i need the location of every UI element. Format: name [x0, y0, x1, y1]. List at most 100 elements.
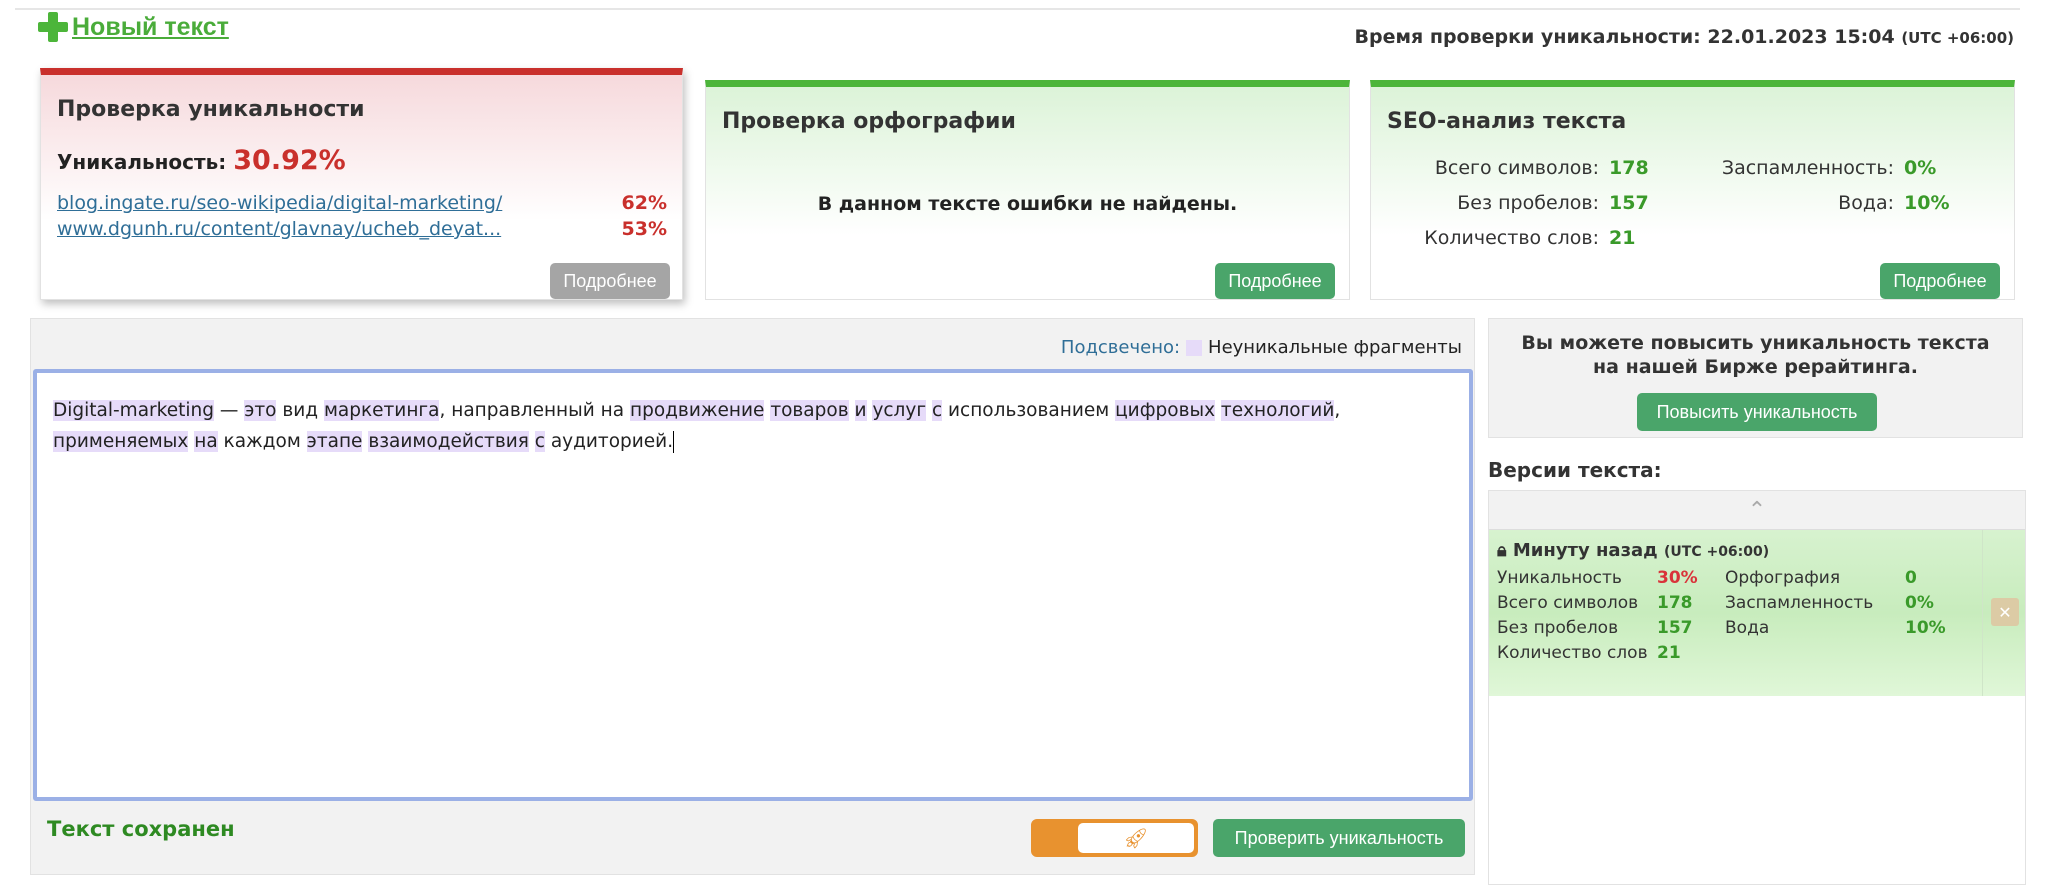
- seo-water: Вода: 10%: [1699, 192, 1959, 214]
- close-icon: ✕: [1998, 602, 2012, 622]
- text-fragment: вид: [276, 400, 324, 421]
- source-percent: 53%: [621, 218, 667, 240]
- chevron-up-icon: ⌃: [1747, 497, 1767, 523]
- version-header: 🔒︎ Минуту назад (UTC +06:00): [1497, 540, 1769, 561]
- nonunique-fragment: услуг: [872, 400, 927, 421]
- delete-version-button[interactable]: ✕: [1991, 598, 2019, 626]
- legend-text: Неуникальные фрагменты: [1208, 337, 1462, 358]
- version-tz: (UTC +06:00): [1664, 544, 1770, 560]
- text-editor[interactable]: Digital-marketing — это вид маркетинга, …: [33, 369, 1473, 801]
- stat-value: 10%: [1905, 618, 1946, 638]
- seo-spam-value: 0%: [1904, 157, 1937, 179]
- nonunique-fragment: продвижение: [629, 400, 765, 421]
- stat-value: 0: [1905, 568, 1917, 588]
- legend-label: Подсвечено:: [1060, 337, 1181, 358]
- version-time: Минуту назад: [1512, 540, 1658, 561]
- stat-value: 21: [1657, 643, 1681, 663]
- seo-spam-label: Заспамленность:: [1721, 157, 1894, 179]
- check-time: Время проверки уникальности: 22.01.2023 …: [1355, 26, 2015, 48]
- seo-nospace: Без пробелов: 157: [1399, 192, 1659, 214]
- nonunique-fragment: применяемых: [53, 431, 189, 452]
- seo-more-button[interactable]: Подробнее: [1880, 263, 2000, 299]
- seo-title: SEO-анализ текста: [1387, 109, 1627, 134]
- stat-label: Уникальность: [1497, 568, 1622, 588]
- nonunique-fragment: этапе: [306, 431, 363, 452]
- stat-label: Количество слов: [1497, 643, 1648, 663]
- fast-check-toggle[interactable]: 🚀︎: [1031, 819, 1198, 857]
- nonunique-fragment: маркетинга: [323, 400, 440, 421]
- uniqueness-value: 30.92%: [233, 145, 346, 176]
- highlight-legend: Подсвечено: Неуникальные фрагменты: [1061, 337, 1462, 358]
- seo-total-value: 178: [1609, 157, 1649, 179]
- new-text-label: Новый текст: [72, 12, 229, 41]
- uniqueness-score: Уникальность: 30.92%: [57, 145, 346, 176]
- source-row: blog.ingate.ru/seo-wikipedia/digital-mar…: [57, 192, 667, 214]
- boost-uniqueness-button[interactable]: Повысить уникальность: [1637, 393, 1877, 431]
- new-text-link[interactable]: Новый текст: [38, 12, 229, 42]
- seo-words-value: 21: [1609, 227, 1636, 249]
- text-fragment: , направленный на: [439, 400, 630, 421]
- nonunique-fragment: с: [534, 431, 545, 452]
- check-time-tz: (UTC +06:00): [1901, 29, 2014, 47]
- stat-value: 30%: [1657, 568, 1698, 588]
- spelling-more-button[interactable]: Подробнее: [1215, 263, 1335, 299]
- text-fragment: ,: [1334, 400, 1341, 421]
- source-row: www.dgunh.ru/content/glavnay/ucheb_deyat…: [57, 218, 667, 240]
- highlight-swatch: [1186, 339, 1203, 356]
- source-percent: 62%: [621, 192, 667, 214]
- seo-words: Количество слов: 21: [1399, 227, 1659, 249]
- source-link[interactable]: blog.ingate.ru/seo-wikipedia/digital-mar…: [57, 192, 502, 214]
- text-fragment: аудиторией.: [544, 431, 674, 452]
- check-uniqueness-button[interactable]: Проверить уникальность: [1213, 819, 1465, 857]
- text-fragment: [529, 431, 535, 452]
- seo-spam: Заспамленность: 0%: [1699, 157, 1959, 179]
- top-divider: [15, 8, 2020, 10]
- seo-water-label: Вода:: [1838, 192, 1894, 214]
- promo-text: Вы можете повысить уникальность текста н…: [1521, 332, 1990, 378]
- uniqueness-title: Проверка уникальности: [57, 97, 365, 122]
- promo-box: Вы можете повысить уникальность текста н…: [1488, 318, 2023, 438]
- stat-label: Всего символов: [1497, 593, 1639, 613]
- stat-value: 0%: [1905, 593, 1934, 613]
- version-item[interactable]: 🔒︎ Минуту назад (UTC +06:00) Уникальност…: [1489, 529, 2025, 696]
- plus-icon: [38, 12, 68, 42]
- seo-total: Всего символов: 178: [1399, 157, 1659, 179]
- nonunique-fragment: Digital-marketing: [53, 400, 214, 421]
- stat-label: Без пробелов: [1497, 618, 1619, 638]
- spelling-card: Проверка орфографии В данном тексте ошиб…: [705, 80, 1350, 300]
- text-fragment: каждом: [217, 431, 307, 452]
- check-time-value: 22.01.2023 15:04: [1707, 26, 1895, 48]
- seo-words-label: Количество слов:: [1424, 227, 1599, 249]
- text-fragment: использованием: [942, 400, 1116, 421]
- versions-list: ⌃ 🔒︎ Минуту назад (UTC +06:00) Уникально…: [1488, 490, 2026, 885]
- seo-nospace-label: Без пробелов:: [1457, 192, 1599, 214]
- text-caret: [673, 431, 675, 453]
- rocket-icon: 🚀︎: [1078, 823, 1194, 853]
- nonunique-fragment: это: [244, 400, 277, 421]
- uniqueness-more-button[interactable]: Подробнее: [550, 263, 670, 299]
- text-fragment: [849, 400, 855, 421]
- lock-icon: 🔒︎: [1497, 540, 1507, 561]
- seo-water-value: 10%: [1904, 192, 1950, 214]
- source-link[interactable]: www.dgunh.ru/content/glavnay/ucheb_deyat…: [57, 218, 501, 240]
- stat-label: Орфография: [1725, 568, 1841, 588]
- nonunique-fragment: на: [194, 431, 218, 452]
- stat-value: 178: [1657, 593, 1693, 613]
- seo-nospace-value: 157: [1609, 192, 1649, 214]
- text-fragment: —: [213, 400, 245, 421]
- nonunique-fragment: с: [931, 400, 943, 421]
- uniqueness-card: Проверка уникальности Уникальность: 30.9…: [40, 68, 683, 300]
- nonunique-fragment: цифровых: [1115, 400, 1216, 421]
- spelling-title: Проверка орфографии: [722, 109, 1016, 134]
- seo-card: SEO-анализ текста Всего символов: 178 Без…: [1370, 80, 2015, 300]
- uniqueness-label: Уникальность:: [57, 150, 227, 174]
- divider: [1982, 530, 1983, 696]
- spelling-message: В данном тексте ошибки не найдены.: [817, 193, 1238, 215]
- nonunique-fragment: и: [854, 400, 867, 421]
- nonunique-fragment: взаимодействия: [368, 431, 529, 452]
- nonunique-fragment: технологий: [1220, 400, 1335, 421]
- stat-label: Вода: [1725, 618, 1770, 638]
- stat-value: 157: [1657, 618, 1693, 638]
- stat-label: Заспамленность: [1725, 593, 1874, 613]
- scroll-up-button[interactable]: ⌃: [1489, 491, 2025, 529]
